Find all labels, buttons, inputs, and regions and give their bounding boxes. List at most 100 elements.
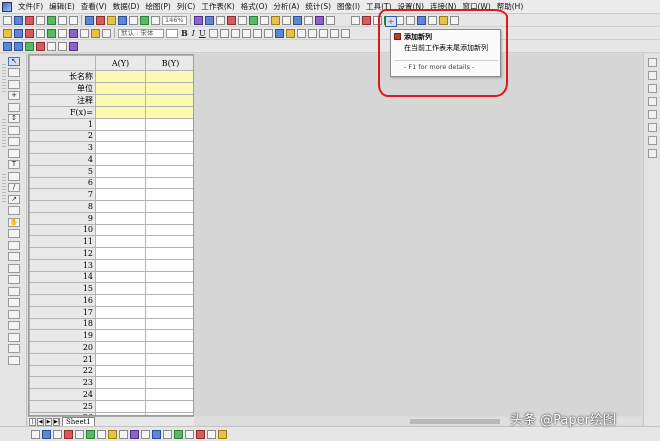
embed-tool-icon[interactable] xyxy=(8,355,20,365)
color-icon[interactable] xyxy=(648,149,657,158)
menu-column[interactable]: 列(C) xyxy=(174,1,199,12)
zoom-in-icon[interactable] xyxy=(36,41,45,51)
meta-cell[interactable] xyxy=(145,70,193,83)
data-cell[interactable] xyxy=(95,164,146,178)
data-cell[interactable] xyxy=(95,153,146,166)
column-header-b[interactable]: B(Y) xyxy=(145,55,193,71)
data-cell[interactable] xyxy=(145,117,193,131)
scale-tool-icon[interactable]: ↕ xyxy=(8,114,20,123)
data-cell[interactable] xyxy=(95,352,146,366)
save-icon[interactable] xyxy=(118,15,127,25)
project-explorer-icon[interactable] xyxy=(248,15,258,25)
rescale-icon[interactable] xyxy=(25,41,34,51)
row-header[interactable]: 22 xyxy=(29,364,96,378)
meta-cell[interactable] xyxy=(95,82,146,95)
data-cell[interactable] xyxy=(145,141,193,154)
align-center-icon[interactable] xyxy=(252,28,262,38)
axis-icon[interactable] xyxy=(648,84,657,93)
duplicate-icon[interactable] xyxy=(204,15,214,25)
row-header[interactable]: 13 xyxy=(29,258,96,272)
worksheet-window-icon[interactable] xyxy=(303,15,313,25)
recalculate-icon[interactable] xyxy=(140,15,149,25)
contour-plot-icon[interactable] xyxy=(141,429,150,439)
row-header[interactable]: 9 xyxy=(29,211,96,225)
underline-button[interactable]: U xyxy=(199,29,206,38)
greek-icon[interactable] xyxy=(230,28,240,38)
region-mask-tool-icon[interactable] xyxy=(8,240,20,250)
set-xy-icon[interactable] xyxy=(350,15,360,25)
data-cell[interactable] xyxy=(145,305,193,319)
area-plot-icon[interactable] xyxy=(97,429,106,439)
data-cell[interactable] xyxy=(145,364,193,378)
data-cell[interactable] xyxy=(145,399,193,413)
layer-manager-icon[interactable] xyxy=(648,71,657,80)
menu-edit[interactable]: 编辑(E) xyxy=(46,1,78,12)
zoom-pan-tool-icon[interactable] xyxy=(8,68,20,77)
meta-cell[interactable] xyxy=(95,70,146,83)
color-scale-tool-icon[interactable] xyxy=(8,298,20,307)
row-header[interactable]: 18 xyxy=(29,317,96,331)
menu-view[interactable]: 查看(V) xyxy=(78,1,110,12)
data-cell[interactable] xyxy=(145,376,193,389)
line-style-icon[interactable] xyxy=(318,28,328,38)
data-cell[interactable] xyxy=(95,117,146,131)
object-tool-icon[interactable] xyxy=(8,332,20,342)
data-cell[interactable] xyxy=(145,329,193,342)
sort-icon[interactable] xyxy=(361,15,371,25)
rectangle-tool-icon[interactable] xyxy=(8,206,20,215)
stack-plot-icon[interactable] xyxy=(86,429,95,439)
meta-cell[interactable] xyxy=(145,94,193,107)
sheet-tab[interactable]: Sheet1 xyxy=(62,417,95,426)
open-icon[interactable] xyxy=(107,15,116,25)
curved-arrow-tool-icon[interactable]: ↗ xyxy=(8,194,20,204)
menu-data[interactable]: 数据(D) xyxy=(110,1,143,12)
data-cell[interactable] xyxy=(95,129,146,143)
row-header[interactable]: 14 xyxy=(29,270,96,284)
grid-icon[interactable] xyxy=(648,97,657,106)
screen-reader-tool-icon[interactable] xyxy=(8,79,20,89)
row-header[interactable]: 8 xyxy=(29,200,96,213)
data-cell[interactable] xyxy=(95,399,146,413)
meta-cell[interactable] xyxy=(95,106,146,119)
save-template-icon[interactable] xyxy=(129,15,138,25)
graph-window-icon[interactable] xyxy=(292,15,302,25)
code-builder-icon[interactable] xyxy=(215,15,225,25)
forward-icon[interactable] xyxy=(14,41,23,51)
new-project-icon[interactable] xyxy=(3,15,12,25)
line-width-icon[interactable] xyxy=(307,28,317,38)
menu-plot[interactable]: 绘图(P) xyxy=(142,1,173,12)
data-cell[interactable] xyxy=(95,258,146,272)
last-sheet-icon[interactable]: ▶| xyxy=(53,417,60,426)
row-header[interactable]: 7 xyxy=(29,188,96,201)
command-window-icon[interactable] xyxy=(237,15,247,25)
layer-icon[interactable] xyxy=(281,15,291,25)
data-cell[interactable] xyxy=(145,282,193,295)
plot-contour-icon[interactable] xyxy=(91,28,100,38)
data-cell[interactable] xyxy=(145,294,193,307)
data-cell[interactable] xyxy=(95,270,146,284)
pie-plot-icon[interactable] xyxy=(108,429,117,439)
data-cell[interactable] xyxy=(145,129,193,143)
row-header[interactable]: 25 xyxy=(29,399,96,413)
plot-area-icon[interactable] xyxy=(58,28,67,38)
date-tool-icon[interactable] xyxy=(8,321,20,330)
align-left-icon[interactable] xyxy=(241,28,251,38)
data-cell[interactable] xyxy=(95,176,146,190)
column-header-a[interactable]: A(Y) xyxy=(95,55,146,71)
data-cell[interactable] xyxy=(95,341,146,354)
mask-icon[interactable] xyxy=(69,41,78,51)
line-symbol-icon[interactable] xyxy=(53,429,62,439)
plot-line-icon[interactable] xyxy=(3,28,12,38)
row-header[interactable]: 4 xyxy=(29,153,96,166)
row-header[interactable]: 21 xyxy=(29,352,96,366)
box-plot-icon[interactable] xyxy=(174,429,183,439)
data-cell[interactable] xyxy=(145,341,193,354)
plot-pie-icon[interactable] xyxy=(69,28,78,38)
layer-tool-icon[interactable] xyxy=(8,309,20,319)
print-icon[interactable] xyxy=(151,15,160,25)
messages-log-icon[interactable] xyxy=(259,15,269,25)
row-header[interactable]: 23 xyxy=(29,376,96,389)
color-fill-tool-icon[interactable] xyxy=(8,275,20,284)
data-cell[interactable] xyxy=(95,211,146,225)
data-cell[interactable] xyxy=(145,223,193,237)
